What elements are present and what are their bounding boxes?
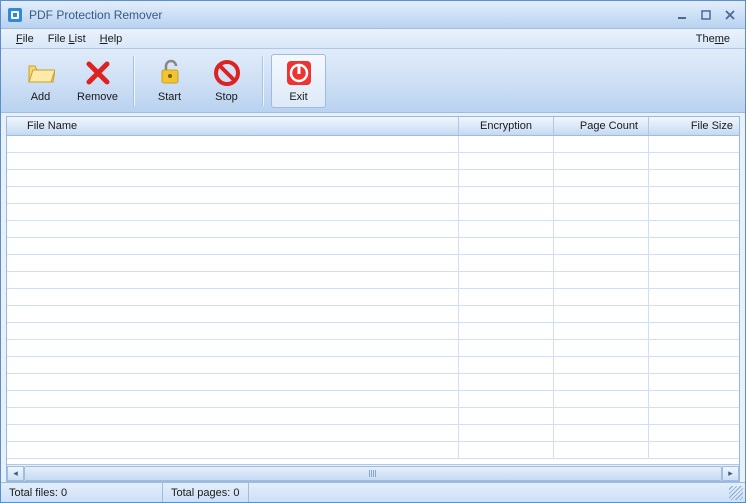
menu-help[interactable]: Help (93, 31, 130, 47)
start-button[interactable]: Start (142, 54, 197, 108)
statusbar: Total files: 0 Total pages: 0 (1, 482, 745, 502)
exit-button[interactable]: Exit (271, 54, 326, 108)
status-total-files: Total files: 0 (1, 483, 163, 502)
stop-label: Stop (215, 91, 238, 103)
no-entry-icon (213, 59, 241, 87)
table-row (7, 136, 739, 153)
add-button[interactable]: Add (13, 54, 68, 108)
table-row (7, 238, 739, 255)
scroll-right-arrow[interactable]: ▸ (722, 466, 739, 481)
titlebar: PDF Protection Remover (1, 1, 745, 29)
start-label: Start (158, 91, 181, 103)
app-icon (7, 7, 23, 23)
power-icon (285, 59, 313, 87)
menu-filelist[interactable]: File List (41, 31, 93, 47)
add-label: Add (31, 91, 51, 103)
x-red-icon (84, 59, 112, 87)
table-row (7, 340, 739, 357)
table-row (7, 357, 739, 374)
column-filesize[interactable]: File Size (649, 117, 739, 135)
grid-body[interactable] (7, 136, 739, 464)
stop-button[interactable]: Stop (199, 54, 254, 108)
menubar: File File List Help Theme (1, 29, 745, 49)
table-row (7, 255, 739, 272)
toolbar: Add Remove Start Stop Exit (1, 49, 745, 113)
exit-label: Exit (289, 91, 307, 103)
column-filename[interactable]: File Name (7, 117, 459, 135)
table-row (7, 272, 739, 289)
table-row (7, 408, 739, 425)
scroll-track[interactable] (24, 466, 722, 481)
toolbar-separator (133, 56, 134, 106)
file-grid: File Name Encryption Page Count File Siz… (6, 116, 740, 482)
table-row (7, 391, 739, 408)
remove-label: Remove (77, 91, 118, 103)
table-row (7, 153, 739, 170)
maximize-button[interactable] (697, 8, 715, 22)
column-pagecount[interactable]: Page Count (554, 117, 649, 135)
status-total-pages: Total pages: 0 (163, 483, 249, 502)
table-row (7, 289, 739, 306)
horizontal-scrollbar[interactable]: ◂ ▸ (7, 464, 739, 481)
table-row (7, 374, 739, 391)
window-title: PDF Protection Remover (29, 8, 673, 22)
scroll-left-arrow[interactable]: ◂ (7, 466, 24, 481)
menu-file[interactable]: File (9, 31, 41, 47)
unlock-icon (156, 59, 184, 87)
table-row (7, 221, 739, 238)
close-button[interactable] (721, 8, 739, 22)
table-row (7, 306, 739, 323)
table-row (7, 187, 739, 204)
column-encryption[interactable]: Encryption (459, 117, 554, 135)
resize-gripper-icon[interactable] (729, 486, 743, 500)
table-row (7, 323, 739, 340)
menu-theme[interactable]: Theme (689, 31, 737, 47)
minimize-button[interactable] (673, 8, 691, 22)
scroll-thumb[interactable] (24, 466, 722, 481)
table-row (7, 204, 739, 221)
toolbar-separator (262, 56, 263, 106)
table-row (7, 425, 739, 442)
grid-header: File Name Encryption Page Count File Siz… (7, 117, 739, 136)
table-row (7, 170, 739, 187)
remove-button[interactable]: Remove (70, 54, 125, 108)
folder-open-icon (27, 59, 55, 87)
table-row (7, 442, 739, 459)
